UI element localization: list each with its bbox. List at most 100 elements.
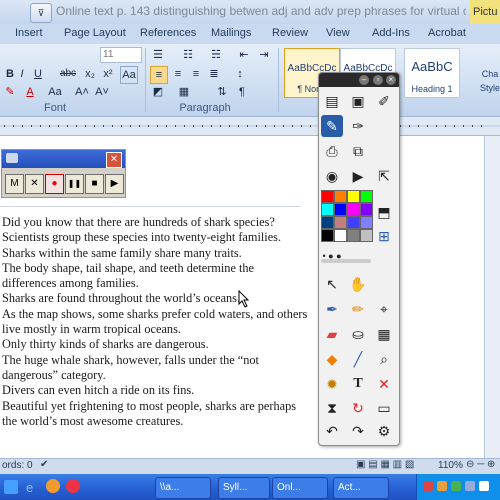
color-lavender-swatch[interactable]: [360, 216, 373, 229]
tab-view[interactable]: View: [326, 27, 350, 39]
color-red-swatch[interactable]: [321, 190, 334, 203]
color-royal-swatch[interactable]: [347, 216, 360, 229]
align-left-icon[interactable]: ≡: [150, 66, 168, 84]
view-buttons[interactable]: ▣ ▤ ▦ ▥ ▧: [356, 459, 414, 470]
color-navy-swatch[interactable]: [321, 216, 334, 229]
color-yellow-swatch[interactable]: [347, 190, 360, 203]
copy-icon[interactable]: ⧉: [347, 140, 369, 162]
document-text[interactable]: Did you know that there are hundreds of …: [2, 215, 322, 429]
image-icon[interactable]: ▣: [347, 90, 369, 112]
line-spacing-icon[interactable]: ↕: [232, 66, 248, 82]
strikethrough-icon[interactable]: abc: [56, 66, 80, 82]
bullets-icon[interactable]: ☰: [150, 47, 166, 63]
undo-icon[interactable]: ↶: [321, 420, 343, 442]
redo-icon[interactable]: ↷: [347, 420, 369, 442]
close-icon[interactable]: ×: [386, 75, 396, 85]
underline-icon[interactable]: U: [30, 66, 46, 82]
grid-icon[interactable]: ⊞: [373, 225, 395, 247]
tab-acrobat[interactable]: Acrobat: [428, 27, 466, 39]
line-width-icon[interactable]: • ● ●: [321, 245, 343, 267]
borders-icon[interactable]: ▦: [176, 84, 192, 100]
pointer-pen-icon[interactable]: ✑: [347, 115, 369, 137]
taskbar-item-syllabus[interactable]: Syll...: [218, 477, 270, 499]
horizontal-ruler[interactable]: [0, 117, 500, 136]
bucket-icon[interactable]: ⛀: [347, 323, 369, 345]
italic-icon[interactable]: I: [14, 66, 30, 82]
arrow-pointer-icon[interactable]: ↖: [321, 273, 343, 295]
volume-icon[interactable]: [479, 481, 489, 491]
justify-icon[interactable]: ≣: [206, 66, 222, 82]
tab-insert[interactable]: Insert: [15, 27, 43, 39]
recorder-mark-button[interactable]: M: [5, 174, 24, 194]
highlight-icon[interactable]: ✎: [2, 84, 18, 100]
tab-mailings[interactable]: Mailings: [211, 27, 251, 39]
save-icon[interactable]: ▦: [373, 323, 395, 345]
color-gray-swatch[interactable]: [347, 229, 360, 242]
close-icon[interactable]: ✕: [106, 152, 122, 168]
quick-access-dropdown-icon[interactable]: ⊽: [30, 3, 52, 23]
picture-tools-context-tab[interactable]: Pictu: [470, 0, 500, 24]
color-magenta-swatch[interactable]: [347, 203, 360, 216]
pen-select-icon[interactable]: ✎: [321, 115, 343, 137]
stamp-icon[interactable]: ✹: [321, 373, 343, 395]
color-silver-swatch[interactable]: [360, 229, 373, 242]
font-size-select[interactable]: 11: [100, 47, 142, 63]
tools-icon[interactable]: ✐: [373, 90, 395, 112]
internet-explorer-icon[interactable]: e: [26, 480, 33, 495]
network-icon[interactable]: [465, 481, 475, 491]
minimize-icon[interactable]: –: [359, 75, 369, 85]
highlighter-icon[interactable]: ✏: [347, 298, 369, 320]
font-color-icon[interactable]: A: [22, 84, 38, 100]
multilevel-list-icon[interactable]: ☵: [208, 47, 224, 63]
clear-icon[interactable]: ⧗: [321, 397, 343, 419]
taskbar-item-acrobat[interactable]: Act...: [333, 477, 389, 499]
recorder-icon[interactable]: ◉: [321, 165, 343, 187]
eraser-icon[interactable]: ▰: [321, 323, 343, 345]
options-icon[interactable]: ⚙: [373, 420, 395, 442]
recorder-pause-button[interactable]: ❚❚: [65, 174, 84, 194]
recorder-stop-button[interactable]: ■: [85, 174, 104, 194]
refresh-icon[interactable]: ↻: [347, 397, 369, 419]
taskbar-item-folder[interactable]: \\a...: [155, 477, 211, 499]
tray-icon[interactable]: [423, 481, 433, 491]
pen-icon[interactable]: ✒: [321, 298, 343, 320]
line-tool-icon[interactable]: ╱: [347, 348, 369, 370]
zoom-icon[interactable]: ⌕: [373, 348, 395, 370]
tab-add-ins[interactable]: Add-Ins: [372, 27, 410, 39]
recorder-record-button[interactable]: ●: [45, 174, 64, 194]
align-right-icon[interactable]: ≡: [188, 66, 204, 82]
opacity-slider[interactable]: [321, 259, 371, 263]
vertical-scrollbar[interactable]: [484, 136, 500, 458]
text-tool-icon[interactable]: T: [347, 373, 369, 395]
hand-icon[interactable]: ✋: [347, 273, 369, 295]
tab-references[interactable]: References: [140, 27, 196, 39]
show-desktop-icon[interactable]: [4, 480, 18, 494]
style-heading-1[interactable]: AaBbC Heading 1: [404, 48, 460, 98]
color-cyan-swatch[interactable]: [321, 203, 334, 216]
screen-recorder-widget[interactable]: ✕ M ✕ ● ❚❚ ■ ▶: [1, 149, 126, 198]
numbering-icon[interactable]: ☷: [180, 47, 196, 63]
restore-icon[interactable]: ▫: [373, 75, 383, 85]
laser-icon[interactable]: ⌖: [373, 298, 395, 320]
color-blue-swatch[interactable]: [334, 203, 347, 216]
shading-icon[interactable]: ◩: [150, 84, 166, 100]
zoom-level[interactable]: 110%: [438, 460, 463, 471]
recorder-cancel-button[interactable]: ✕: [25, 174, 44, 194]
shapes-icon[interactable]: ◆: [321, 348, 343, 370]
delete-icon[interactable]: ✕: [373, 373, 395, 395]
change-case-dropdown-icon[interactable]: Aa: [44, 84, 66, 100]
increase-indent-icon[interactable]: ⇥: [256, 47, 272, 63]
firefox-icon[interactable]: [46, 479, 60, 493]
zoom-slider[interactable]: ⊖ ─ ⊕: [466, 459, 495, 470]
tab-page-layout[interactable]: Page Layout: [64, 27, 126, 39]
subscript-icon[interactable]: x₂: [82, 66, 98, 82]
color-black-swatch[interactable]: [321, 229, 334, 242]
media-icon[interactable]: [66, 479, 80, 493]
taskbar-item-online-text[interactable]: Onl...: [272, 477, 328, 499]
color-purple-swatch[interactable]: [360, 203, 373, 216]
word-count[interactable]: ords: 0: [2, 460, 33, 471]
align-center-icon[interactable]: ≡: [170, 66, 186, 82]
recorder-title-bar[interactable]: ✕: [2, 150, 125, 168]
tray-icon[interactable]: [437, 481, 447, 491]
capture-icon[interactable]: ⇱: [373, 165, 395, 187]
